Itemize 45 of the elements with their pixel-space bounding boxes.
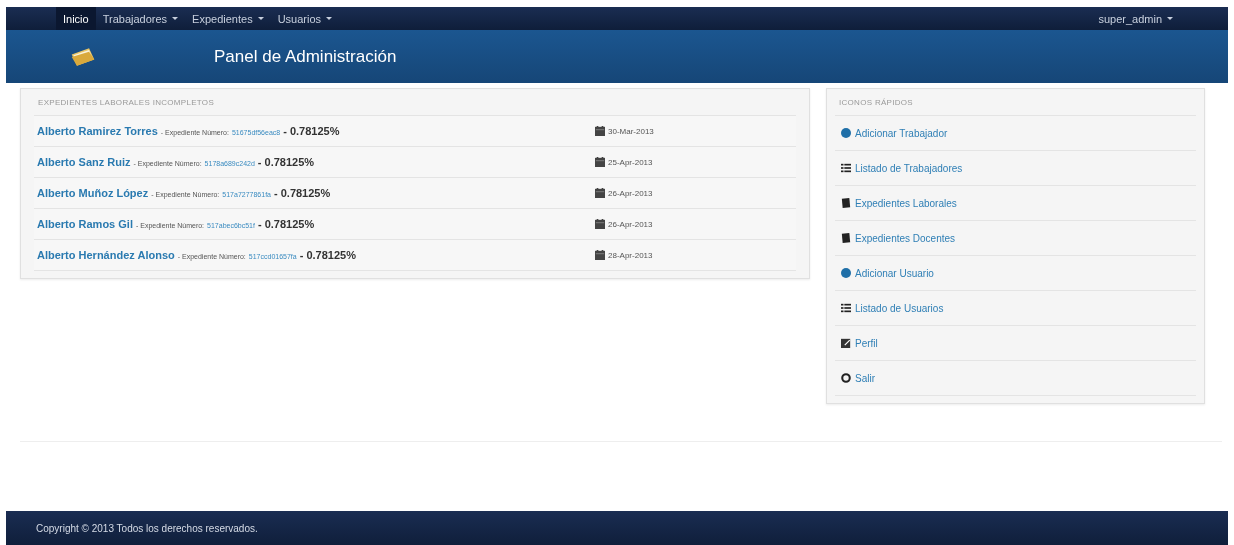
worker-link[interactable]: Alberto Hernández Alonso (37, 249, 175, 261)
worker-link[interactable]: Alberto Ramos Gil (37, 218, 133, 230)
plus-circle-icon (841, 268, 851, 278)
date-text: 26-Apr-2013 (608, 188, 653, 198)
calendar-icon (595, 188, 605, 198)
percentage-text: - 0.78125% (257, 156, 315, 168)
list-icon (841, 303, 851, 313)
quick-link[interactable]: Adicionar Usuario (835, 256, 1196, 291)
percentage-text: - 0.78125% (257, 218, 315, 230)
list-icon (841, 163, 851, 173)
nav-menu-item[interactable]: Trabajadores (95, 7, 186, 30)
copyright-text: Copyright © 2013 Todos los derechos reservados. (36, 523, 258, 534)
quick-link[interactable]: Perfil (835, 326, 1196, 361)
worker-link[interactable]: Alberto Muñoz López (37, 187, 149, 199)
date-text: 30-Mar-2013 (608, 126, 654, 136)
worker-link[interactable]: Alberto Ramirez Torres (37, 125, 158, 137)
worker-link[interactable]: Alberto Sanz Ruiz (37, 156, 131, 168)
quick-link[interactable]: Listado de Usuarios (835, 291, 1196, 326)
calendar-icon (595, 157, 605, 167)
user-menu[interactable]: super_admin (1091, 7, 1180, 30)
nav-menu-item[interactable]: Inicio (56, 7, 96, 30)
edit-icon (841, 338, 851, 348)
calendar-icon (595, 250, 605, 260)
quick-link[interactable]: Listado de Trabajadores (835, 151, 1196, 186)
book-icon (841, 198, 851, 208)
percentage-text: - 0.78125% (274, 187, 331, 199)
calendar-icon (595, 219, 605, 229)
quick-link[interactable]: Expedientes Docentes (835, 221, 1196, 256)
quick-link[interactable]: Expedientes Laborales (835, 186, 1196, 221)
calendar-icon (595, 126, 605, 136)
date-text: 28-Apr-2013 (608, 250, 653, 260)
folder-icon (70, 46, 96, 67)
date-text: 26-Apr-2013 (608, 219, 653, 229)
quick-link[interactable]: Adicionar Trabajador (835, 116, 1196, 151)
nav-menu-item[interactable]: Usuarios (270, 7, 340, 30)
percentage-text: - 0.78125% (299, 249, 356, 261)
percentage-text: - 0.78125% (283, 125, 340, 137)
date-text: 25-Apr-2013 (608, 157, 653, 167)
plus-circle-icon (841, 128, 851, 138)
quick-link[interactable]: Salir (835, 361, 1196, 396)
page-title: Panel de Administración (214, 46, 397, 67)
book-icon (841, 233, 851, 243)
power-icon (841, 373, 851, 383)
panel-title: ICONOS RÁPIDOS (835, 89, 1196, 116)
nav-menu-item[interactable]: Expedientes (185, 7, 271, 30)
